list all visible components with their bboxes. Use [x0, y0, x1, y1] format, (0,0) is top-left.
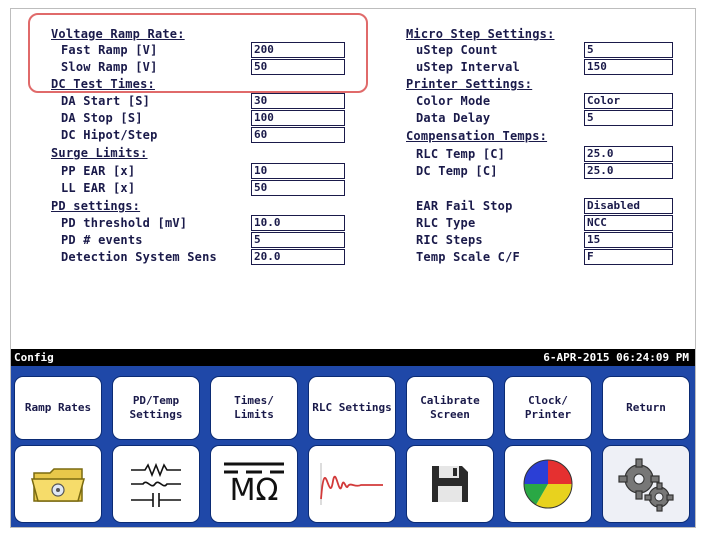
micro-step-header: Micro Step Settings: — [406, 27, 555, 41]
da-start-field[interactable]: 30 — [251, 93, 345, 109]
printer-settings-header: Printer Settings: — [406, 77, 533, 91]
mode-label: Config — [14, 351, 54, 364]
ll-ear-field[interactable]: 50 — [251, 180, 345, 196]
dc-hipot-field[interactable]: 60 — [251, 127, 345, 143]
ear-fail-stop-field[interactable]: Disabled — [584, 198, 673, 214]
detection-sens-label: Detection System Sens — [61, 250, 217, 264]
pp-ear-field[interactable]: 10 — [251, 163, 345, 179]
temp-scale-label: Temp Scale C/F — [416, 250, 520, 264]
calibrate-screen-button[interactable]: Calibrate Screen — [406, 376, 494, 440]
rlc-type-field[interactable]: NCC — [584, 215, 673, 231]
megohm-icon: MΩ — [222, 461, 286, 507]
pie-chart-button[interactable] — [504, 445, 592, 523]
pd-threshold-field[interactable]: 10.0 — [251, 215, 345, 231]
ear-fail-stop-label: EAR Fail Stop — [416, 199, 513, 213]
dc-temp-field[interactable]: 25.0 — [584, 163, 673, 179]
fast-ramp-label: Fast Ramp [V] — [61, 43, 158, 57]
pd-events-field[interactable]: 5 — [251, 232, 345, 248]
pd-temp-settings-button[interactable]: PD/Temp Settings — [112, 376, 200, 440]
datetime-label: 6-APR-2015 06:24:09 PM — [543, 351, 689, 364]
ustep-count-label: uStep Count — [416, 43, 498, 57]
ustep-count-field[interactable]: 5 — [584, 42, 673, 58]
megohm-text: MΩ — [229, 473, 279, 508]
circuit-icon — [131, 462, 181, 507]
voltage-ramp-header: Voltage Ramp Rate: — [51, 27, 185, 41]
save-button[interactable] — [406, 445, 494, 523]
fast-ramp-field[interactable]: 200 — [251, 42, 345, 58]
waveform-icon — [320, 463, 383, 505]
times-limits-button[interactable]: Times/ Limits — [210, 376, 298, 440]
pd-events-label: PD # events — [61, 233, 143, 247]
return-button[interactable]: Return — [602, 376, 690, 440]
folder-button[interactable] — [14, 445, 102, 523]
pp-ear-label: PP EAR [x] — [61, 164, 136, 178]
dc-temp-label: DC Temp [C] — [416, 164, 498, 178]
gears-icon — [618, 458, 674, 512]
megohm-button[interactable]: MΩ — [210, 445, 298, 523]
clock-printer-button[interactable]: Clock/ Printer — [504, 376, 592, 440]
rlc-settings-button[interactable]: RLC Settings — [308, 376, 396, 440]
waveform-button[interactable] — [308, 445, 396, 523]
da-stop-field[interactable]: 100 — [251, 110, 345, 126]
surge-limits-header: Surge Limits: — [51, 146, 148, 160]
color-mode-label: Color Mode — [416, 94, 491, 108]
folder-icon — [31, 468, 85, 502]
da-stop-label: DA Stop [S] — [61, 111, 143, 125]
ric-steps-label: RIC Steps — [416, 233, 483, 247]
data-delay-field[interactable]: 5 — [584, 110, 673, 126]
ramp-rates-button[interactable]: Ramp Rates — [14, 376, 102, 440]
save-icon — [432, 466, 468, 502]
pd-threshold-label: PD threshold [mV] — [61, 216, 188, 230]
rlc-temp-label: RLC Temp [C] — [416, 147, 506, 161]
compensation-temps-header: Compensation Temps: — [406, 129, 548, 143]
pd-settings-header: PD settings: — [51, 199, 141, 213]
ll-ear-label: LL EAR [x] — [61, 181, 136, 195]
button-panel: Ramp Rates PD/Temp Settings Times/ Limit… — [11, 366, 695, 527]
ustep-interval-label: uStep Interval — [416, 60, 520, 74]
detection-sens-field[interactable]: 20.0 — [251, 249, 345, 265]
da-start-label: DA Start [S] — [61, 94, 151, 108]
data-delay-label: Data Delay — [416, 111, 491, 125]
rlc-temp-field[interactable]: 25.0 — [584, 146, 673, 162]
slow-ramp-field[interactable]: 50 — [251, 59, 345, 75]
color-mode-field[interactable]: Color — [584, 93, 673, 109]
pie-chart-icon — [523, 459, 573, 509]
slow-ramp-label: Slow Ramp [V] — [61, 60, 158, 74]
rlc-type-label: RLC Type — [416, 216, 476, 230]
gears-button[interactable] — [602, 445, 690, 523]
circuit-button[interactable] — [112, 445, 200, 523]
dc-test-times-header: DC Test Times: — [51, 77, 155, 91]
ric-steps-field[interactable]: 15 — [584, 232, 673, 248]
status-bar: Config 6-APR-2015 06:24:09 PM — [11, 349, 695, 366]
config-screen: Voltage Ramp Rate: Fast Ramp [V] 200 Slo… — [10, 8, 696, 528]
ustep-interval-field[interactable]: 150 — [584, 59, 673, 75]
temp-scale-field[interactable]: F — [584, 249, 673, 265]
dc-hipot-label: DC Hipot/Step — [61, 128, 158, 142]
